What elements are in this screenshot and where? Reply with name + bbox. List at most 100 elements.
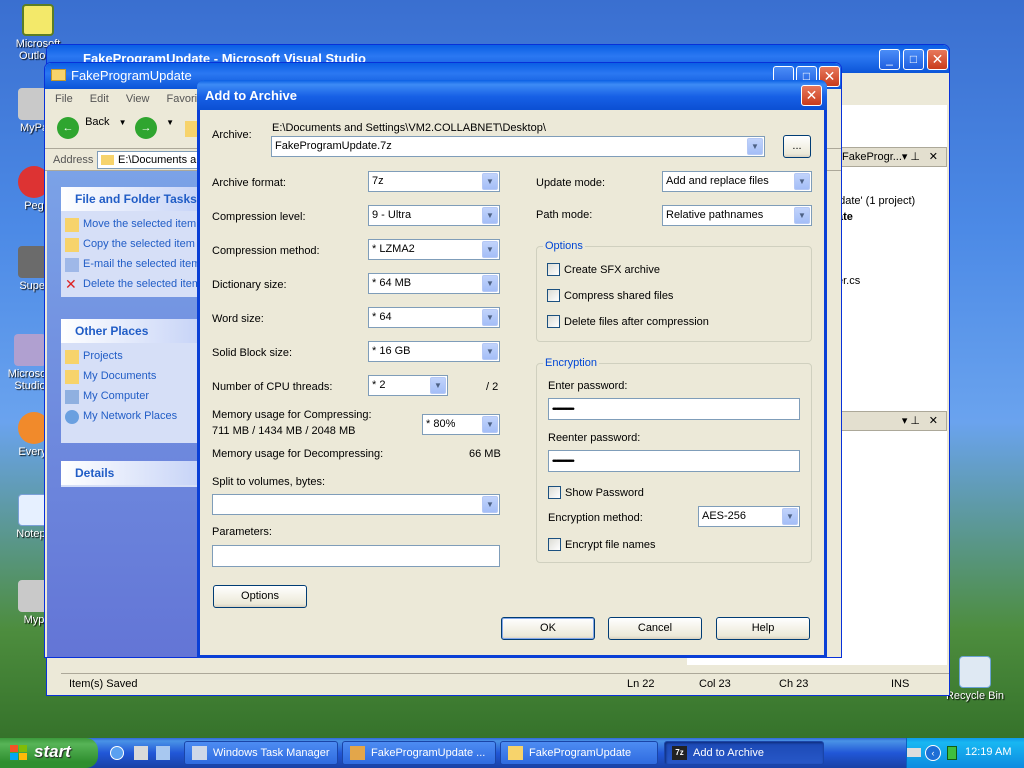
taskbar: start Windows Task Manager FakeProgramUp… — [0, 738, 1024, 768]
compression-method-label: Compression method: — [212, 245, 320, 257]
tray-expand-icon[interactable]: ‹ — [925, 745, 941, 761]
compress-shared-checkbox[interactable]: Compress shared files — [547, 289, 673, 302]
explorer-title: FakeProgramUpdate — [71, 68, 192, 83]
menu-file[interactable]: File — [55, 93, 73, 105]
details-section: Details — [61, 461, 201, 487]
task-move[interactable]: Move the selected item — [61, 215, 201, 235]
chevron-down-icon[interactable]: ▼ — [794, 173, 810, 190]
cpu-threads-combo[interactable]: * 2 ▼ — [368, 375, 448, 396]
task-delete[interactable]: ✕ Delete the selected item — [61, 275, 201, 295]
chevron-down-icon[interactable]: ▼ — [482, 275, 498, 292]
chevron-down-icon[interactable]: ▼ — [482, 241, 498, 258]
menu-view[interactable]: View — [126, 93, 150, 105]
close-icon[interactable]: ✕ — [929, 414, 938, 427]
quicklaunch-app-icon[interactable] — [156, 746, 170, 760]
chevron-down-icon[interactable]: ▼ — [482, 309, 498, 326]
taskbar-item-task-manager[interactable]: Windows Task Manager — [184, 741, 338, 765]
taskbar-item-add-to-archive[interactable]: 7z Add to Archive — [664, 741, 824, 765]
delete-after-checkbox[interactable]: Delete files after compression — [547, 315, 709, 328]
mem-compress-percent-combo[interactable]: * 80% ▼ — [422, 414, 500, 435]
show-password-checkbox[interactable]: Show Password — [548, 486, 644, 499]
keyboard-icon[interactable] — [907, 748, 921, 757]
word-size-combo[interactable]: * 64 ▼ — [368, 307, 500, 328]
folder-icon — [65, 350, 79, 364]
start-label: start — [34, 742, 71, 761]
encryption-method-combo[interactable]: AES-256 ▼ — [698, 506, 800, 527]
status-char: Ch 23 — [779, 678, 809, 690]
pin-icon[interactable]: ▾ ⊥ — [902, 414, 920, 427]
vs-minimize-button[interactable]: _ — [879, 49, 900, 70]
dialog-title-bar: Add to Archive — [197, 80, 827, 110]
enter-password-input[interactable]: •••••••••••••••••• — [548, 398, 800, 420]
split-volumes-combo[interactable]: ▼ — [212, 494, 500, 515]
reenter-password-label: Reenter password: — [548, 432, 641, 444]
other-places-title[interactable]: Other Places — [61, 319, 201, 343]
task-copy[interactable]: Copy the selected item — [61, 235, 201, 255]
place-my-network[interactable]: My Network Places — [61, 407, 201, 427]
place-my-documents[interactable]: My Documents — [61, 367, 201, 387]
checkbox-box[interactable] — [547, 315, 560, 328]
my-documents-icon — [65, 370, 79, 384]
taskbar-item-explorer[interactable]: FakeProgramUpdate — [500, 741, 658, 765]
archive-format-combo[interactable]: 7z ▼ — [368, 171, 500, 192]
file-tasks-title[interactable]: File and Folder Tasks — [61, 187, 201, 211]
parameters-input[interactable] — [212, 545, 500, 567]
quicklaunch-gears-icon[interactable] — [134, 746, 148, 760]
path-mode-combo[interactable]: Relative pathnames ▼ — [662, 205, 812, 226]
compression-level-combo[interactable]: 9 - Ultra ▼ — [368, 205, 500, 226]
checkbox-box[interactable] — [548, 538, 561, 551]
archive-name-combo[interactable]: FakeProgramUpdate.7z ▼ — [271, 136, 765, 157]
browse-button[interactable]: ... — [783, 135, 811, 158]
address-input[interactable]: E:\Documents and Settings — [97, 151, 207, 169]
options-button[interactable]: Options — [213, 585, 307, 608]
encrypt-names-checkbox[interactable]: Encrypt file names — [548, 538, 655, 551]
add-to-archive-dialog: Add to Archive ✕ Archive: E:\Documents a… — [197, 80, 827, 658]
place-projects[interactable]: Projects — [61, 347, 201, 367]
details-title[interactable]: Details — [61, 461, 201, 485]
chevron-down-icon[interactable]: ▼ — [430, 377, 446, 394]
help-button[interactable]: Help — [716, 617, 810, 640]
chevron-down-icon[interactable]: ▼ — [482, 173, 498, 190]
vs-close-button[interactable]: ✕ — [927, 49, 948, 70]
start-button[interactable]: start — [0, 738, 98, 768]
compression-method-combo[interactable]: * LZMA2 ▼ — [368, 239, 500, 260]
status-text: Item(s) Saved — [69, 678, 138, 690]
dialog-title: Add to Archive — [205, 88, 297, 103]
archive-name-value: FakeProgramUpdate.7z — [275, 140, 392, 152]
chevron-down-icon[interactable]: ▼ — [482, 343, 498, 360]
task-manager-icon — [192, 746, 207, 760]
menu-edit[interactable]: Edit — [90, 93, 109, 105]
reenter-password-input[interactable]: •••••••••••••••••• — [548, 450, 800, 472]
taskbar-item-visual-studio[interactable]: FakeProgramUpdate ... — [342, 741, 496, 765]
back-arrow-icon: ← — [57, 117, 79, 139]
forward-button[interactable]: → ▼ — [135, 117, 174, 139]
clock: 12:19 AM — [965, 746, 1012, 758]
dialog-close-button[interactable]: ✕ — [801, 85, 822, 106]
chevron-down-icon[interactable]: ▼ — [747, 138, 763, 155]
checkbox-box[interactable] — [548, 486, 561, 499]
close-icon[interactable]: ✕ — [929, 150, 938, 163]
cancel-button[interactable]: Cancel — [608, 617, 702, 640]
task-email[interactable]: E-mail the selected item — [61, 255, 201, 275]
vs-maximize-button[interactable]: □ — [903, 49, 924, 70]
create-sfx-checkbox[interactable]: Create SFX archive — [547, 263, 660, 276]
chevron-down-icon[interactable]: ▼ — [482, 496, 498, 513]
solid-block-combo[interactable]: * 16 GB ▼ — [368, 341, 500, 362]
place-my-computer[interactable]: My Computer — [61, 387, 201, 407]
chevron-down-icon[interactable]: ▼ — [794, 207, 810, 224]
encryption-group-title: Encryption — [543, 357, 599, 369]
forward-arrow-icon: → — [135, 117, 157, 139]
checkbox-box[interactable] — [547, 263, 560, 276]
chevron-down-icon[interactable]: ▼ — [482, 207, 498, 224]
ok-button[interactable]: OK — [501, 617, 595, 640]
update-mode-combo[interactable]: Add and replace files ▼ — [662, 171, 812, 192]
ie-icon[interactable] — [110, 746, 124, 760]
dictionary-size-combo[interactable]: * 64 MB ▼ — [368, 273, 500, 294]
chevron-down-icon[interactable]: ▼ — [782, 508, 798, 525]
battery-icon[interactable] — [947, 746, 957, 760]
chevron-down-icon[interactable]: ▼ — [482, 416, 498, 433]
desktop-icon-recycle-bin[interactable]: Recycle Bin — [944, 656, 1006, 702]
pin-icon[interactable]: ▾ ⊥ — [902, 150, 920, 163]
back-button[interactable]: ← Back ▼ — [57, 116, 127, 141]
checkbox-box[interactable] — [547, 289, 560, 302]
